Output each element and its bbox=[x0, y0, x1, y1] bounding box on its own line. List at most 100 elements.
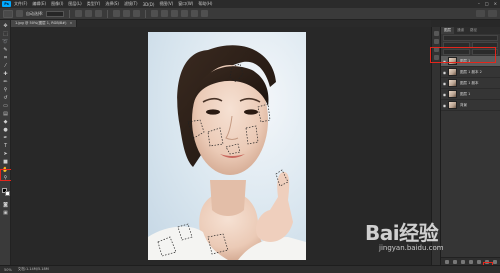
eye-icon[interactable]: ◉ bbox=[441, 70, 448, 75]
menu-select[interactable]: 选择(S) bbox=[105, 1, 119, 7]
distribute-button[interactable] bbox=[161, 10, 169, 17]
watermark-brand: Bai经验 bbox=[365, 221, 439, 245]
layer-thumbnail bbox=[448, 68, 457, 76]
divider bbox=[145, 9, 147, 18]
minimize-icon[interactable]: – bbox=[478, 1, 480, 6]
options-bar: 自动选择: bbox=[0, 8, 500, 20]
status-bar: 50% 文档:1.14M/5.18M bbox=[0, 265, 500, 273]
layer-style-icon[interactable] bbox=[453, 259, 457, 264]
menu-filter[interactable]: 滤镜(T) bbox=[124, 1, 138, 7]
distribute-button[interactable] bbox=[201, 10, 209, 17]
quick-select-icon[interactable]: ✎ bbox=[2, 47, 9, 53]
stamp-icon[interactable]: ⚲ bbox=[2, 87, 9, 93]
align-center-button[interactable] bbox=[123, 10, 131, 17]
eraser-icon[interactable]: ▭ bbox=[2, 103, 9, 109]
adjustment-layer-icon[interactable] bbox=[469, 259, 473, 264]
pen-icon[interactable]: ✒ bbox=[2, 135, 9, 141]
align-middle-button[interactable] bbox=[85, 10, 93, 17]
auto-select-label: 自动选择: bbox=[26, 10, 44, 16]
layer-row[interactable]: ◉ 背景 bbox=[441, 100, 500, 111]
maximize-icon[interactable]: □ bbox=[485, 1, 489, 6]
background-color-swatch[interactable] bbox=[5, 191, 10, 196]
menu-layer[interactable]: 图层(L) bbox=[68, 1, 81, 7]
crop-icon[interactable]: ⌗ bbox=[2, 55, 9, 61]
path-select-icon[interactable]: ➤ bbox=[2, 151, 9, 157]
brush-icon[interactable]: ✏ bbox=[2, 79, 9, 85]
dodge-icon[interactable]: ● bbox=[2, 127, 9, 133]
eye-icon[interactable]: ◉ bbox=[441, 92, 448, 97]
link-layers-icon[interactable] bbox=[445, 259, 449, 264]
history-brush-icon[interactable]: ↺ bbox=[2, 95, 9, 101]
portrait-photo bbox=[148, 32, 306, 260]
divider bbox=[69, 9, 71, 18]
tab-channels[interactable]: 通道 bbox=[454, 27, 467, 34]
shape-icon[interactable]: ■ bbox=[2, 159, 9, 165]
eye-icon[interactable]: ◉ bbox=[441, 103, 448, 108]
document-tab-title: 1.jpg @ 50%(图层 1, RGB/8#) bbox=[15, 21, 67, 25]
layer-row[interactable]: ◉ 图层 1 bbox=[441, 89, 500, 100]
menu-help[interactable]: 帮助(H) bbox=[198, 1, 212, 7]
distribute-button[interactable] bbox=[181, 10, 189, 17]
tab-layers[interactable]: 图层 bbox=[441, 27, 454, 34]
align-top-button[interactable] bbox=[75, 10, 83, 17]
workspace-button[interactable] bbox=[488, 10, 497, 17]
menu-file[interactable]: 文件(F) bbox=[14, 1, 27, 7]
type-icon[interactable]: T bbox=[2, 143, 9, 149]
menu-window[interactable]: 窗口(W) bbox=[178, 1, 193, 7]
3d-mode-button[interactable] bbox=[476, 10, 485, 17]
marquee-icon[interactable]: ⬚ bbox=[2, 31, 9, 37]
align-bottom-button[interactable] bbox=[95, 10, 103, 17]
healing-icon[interactable]: ✚ bbox=[2, 71, 9, 77]
auto-select-dropdown[interactable] bbox=[46, 10, 65, 17]
layer-name: 图层 1 bbox=[460, 91, 471, 96]
distribute-button[interactable] bbox=[191, 10, 199, 17]
menu-image[interactable]: 图像(I) bbox=[51, 1, 63, 7]
layer-thumbnail bbox=[448, 101, 457, 109]
layer-filter-dropdown[interactable] bbox=[443, 35, 498, 41]
menu-3d[interactable]: 3D(D) bbox=[143, 2, 155, 7]
layer-row[interactable]: ◉ 图层 1 副本 bbox=[441, 78, 500, 89]
document-tab-bar: 1.jpg @ 50%(图层 1, RGB/8#) × bbox=[11, 20, 431, 27]
photoshop-logo: Ps bbox=[2, 1, 11, 7]
portrait-illustration bbox=[148, 45, 306, 260]
watermark-url: jingyan.baidu.com bbox=[379, 244, 444, 252]
eye-icon[interactable]: ◉ bbox=[441, 81, 448, 86]
baidu-jingyan-watermark: Bai经验 jingyan.baidu.com bbox=[365, 217, 485, 257]
screen-mode-icon[interactable]: ▣ bbox=[2, 210, 9, 216]
move-icon[interactable]: ✥ bbox=[2, 23, 9, 29]
quick-mask-icon[interactable]: ◙ bbox=[2, 202, 9, 208]
history-panel-icon[interactable] bbox=[434, 31, 439, 36]
delete-layer-icon[interactable] bbox=[493, 259, 497, 264]
layer-name: 背景 bbox=[460, 102, 467, 107]
close-icon[interactable]: × bbox=[494, 1, 497, 6]
zoom-level[interactable]: 50% bbox=[4, 268, 12, 272]
eyedropper-icon[interactable]: ⁄ bbox=[2, 63, 9, 69]
divider bbox=[107, 9, 109, 18]
menu-view[interactable]: 视图(V) bbox=[159, 1, 173, 7]
add-mask-icon[interactable] bbox=[461, 259, 465, 264]
menu-bar: Ps 文件(F) 编辑(E) 图像(I) 图层(L) 类型(Y) 选择(S) 滤… bbox=[0, 0, 500, 8]
layer-highlight-box bbox=[430, 47, 496, 63]
layer-name: 图层 1 副本 bbox=[460, 80, 479, 85]
layer-thumbnail bbox=[448, 90, 457, 98]
align-right-button[interactable] bbox=[133, 10, 141, 17]
properties-panel-icon[interactable] bbox=[434, 39, 439, 44]
layer-name: 图层 1 副本 2 bbox=[460, 69, 482, 74]
menu-type[interactable]: 类型(Y) bbox=[87, 1, 101, 7]
tool-preset-picker[interactable] bbox=[3, 9, 13, 18]
document-info: 文档:1.14M/5.18M bbox=[17, 267, 49, 271]
blur-icon[interactable]: ◆ bbox=[2, 119, 9, 125]
new-group-icon[interactable] bbox=[477, 259, 481, 264]
auto-select-checkbox[interactable] bbox=[16, 10, 23, 17]
menu-edit[interactable]: 编辑(E) bbox=[32, 1, 46, 7]
distribute-button[interactable] bbox=[151, 10, 159, 17]
layers-panel-tabs: 图层 通道 路径 bbox=[441, 27, 500, 34]
layer-row[interactable]: ◉ 图层 1 副本 2 bbox=[441, 67, 500, 78]
align-left-button[interactable] bbox=[113, 10, 121, 17]
tab-paths[interactable]: 路径 bbox=[467, 27, 480, 34]
document-tab[interactable]: 1.jpg @ 50%(图层 1, RGB/8#) × bbox=[11, 20, 78, 27]
distribute-button[interactable] bbox=[171, 10, 179, 17]
gradient-icon[interactable]: ▤ bbox=[2, 111, 9, 117]
close-tab-icon[interactable]: × bbox=[69, 21, 72, 25]
lasso-icon[interactable]: ➰ bbox=[2, 39, 9, 45]
